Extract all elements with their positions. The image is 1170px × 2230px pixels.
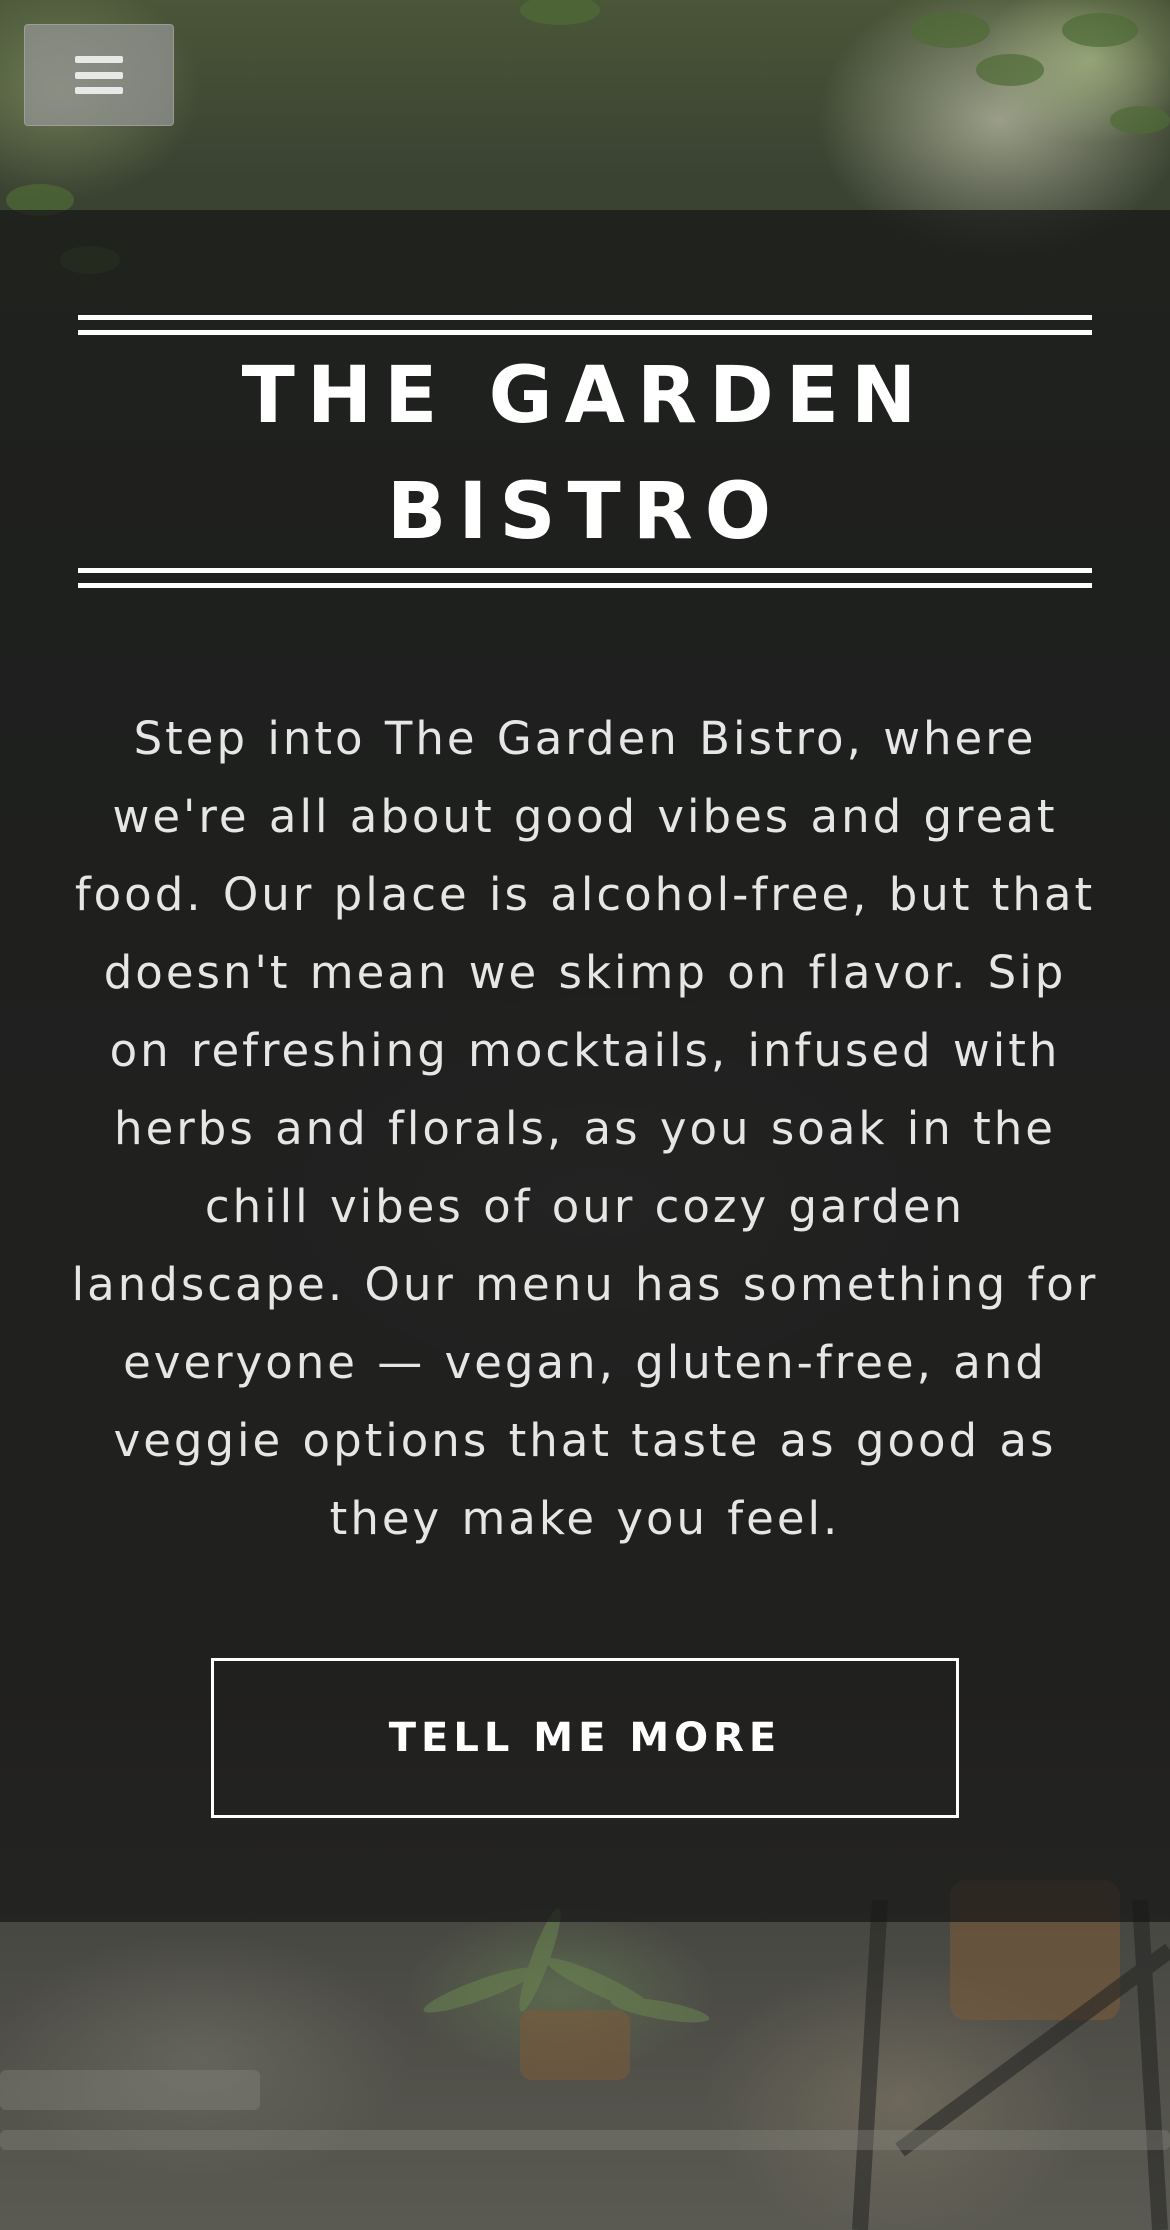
hero-description: Step into The Garden Bistro, where we're… bbox=[71, 712, 1099, 1545]
title-rule-bottom bbox=[78, 568, 1092, 588]
tell-me-more-button[interactable]: TELL ME MORE bbox=[211, 1658, 959, 1818]
menu-button[interactable] bbox=[24, 24, 174, 126]
hamburger-menu-icon bbox=[75, 56, 123, 94]
hero-section: THE GARDEN BISTRO Step into The Garden B… bbox=[0, 210, 1170, 1922]
title-rule-top bbox=[78, 315, 1092, 335]
page-title: THE GARDEN BISTRO bbox=[241, 351, 929, 557]
page: THE GARDEN BISTRO Step into The Garden B… bbox=[0, 0, 1170, 2230]
